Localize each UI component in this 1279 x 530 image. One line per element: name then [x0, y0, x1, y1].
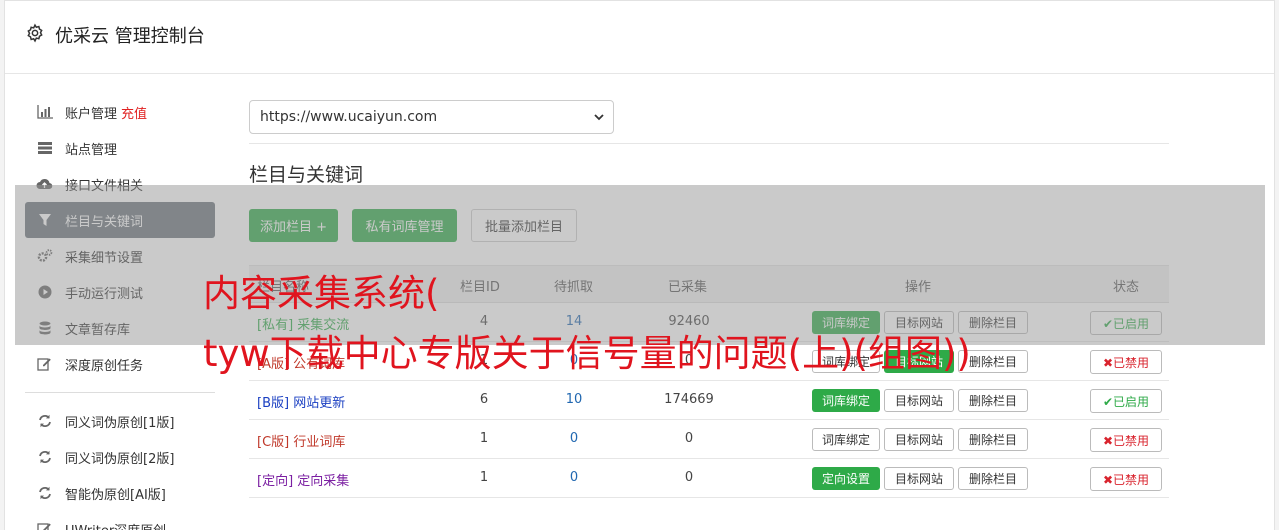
target-site-button[interactable]: 目标网站 — [884, 428, 954, 451]
bar-chart-icon — [36, 104, 53, 120]
delete-column-button[interactable]: 删除栏目 — [958, 389, 1028, 412]
site-select[interactable]: https://www.ucaiyun.com — [249, 100, 614, 134]
edit-icon — [36, 521, 53, 530]
column-name[interactable]: [定向] 定向采集 — [257, 470, 349, 489]
divider — [249, 143, 1169, 144]
sidebar-item-label: 同义词伪原创[1版] — [65, 415, 175, 431]
delete-column-button[interactable]: 删除栏目 — [958, 467, 1028, 490]
sidebar-divider — [25, 392, 215, 393]
chevron-down-icon — [594, 114, 604, 121]
sidebar-item-label: 深度原创任务 — [65, 358, 144, 374]
site-select-value: https://www.ucaiyun.com — [260, 109, 438, 125]
refresh-icon — [36, 485, 53, 501]
server-icon — [36, 140, 53, 156]
sidebar-item-label: 智能伪原创[AI版] — [65, 487, 166, 503]
overlay-headline-line1: 内容采集系统( — [203, 272, 440, 315]
lexicon-bind-button[interactable]: 词库绑定 — [812, 389, 880, 412]
overlay-headline-line2: tyw下载中心专版关于信号量的问题(上)(组图)) — [203, 332, 971, 375]
edit-icon — [36, 356, 53, 372]
top-bar: 优采云 管理控制台 — [5, 1, 1274, 74]
refresh-icon — [36, 449, 53, 465]
pending-count[interactable]: 10 — [559, 392, 589, 407]
collected-count: 174669 — [664, 392, 714, 407]
directed-settings-button[interactable]: 定向设置 — [812, 467, 880, 490]
pending-count[interactable]: 0 — [559, 431, 589, 446]
column-id: 1 — [479, 470, 489, 485]
table-row: [B版] 网站更新 6 10 174669 词库绑定 目标网站 删除栏目 ✔已启… — [249, 381, 1169, 420]
status-toggle[interactable]: ✔已启用 — [1090, 389, 1162, 413]
column-name[interactable]: [C版] 行业词库 — [257, 431, 345, 450]
refresh-icon — [36, 413, 53, 429]
sidebar-item-sites[interactable]: 站点管理 — [25, 130, 215, 166]
sidebar-item-ai-original[interactable]: 智能伪原创[AI版] — [25, 475, 215, 511]
column-id: 1 — [479, 431, 489, 446]
status-toggle[interactable]: ✖已禁用 — [1090, 467, 1162, 491]
lexicon-bind-button[interactable]: 词库绑定 — [812, 428, 880, 451]
overlay-band — [15, 185, 1265, 345]
sidebar-item-label: 站点管理 — [65, 142, 118, 158]
delete-column-button[interactable]: 删除栏目 — [958, 428, 1028, 451]
target-site-button[interactable]: 目标网站 — [884, 467, 954, 490]
status-toggle[interactable]: ✖已禁用 — [1090, 350, 1162, 374]
collected-count: 0 — [684, 470, 694, 485]
sidebar-item-synonym-2[interactable]: 同义词伪原创[2版] — [25, 439, 215, 475]
collected-count: 0 — [684, 431, 694, 446]
gear-icon — [27, 23, 43, 43]
column-name[interactable]: [B版] 网站更新 — [257, 392, 345, 411]
sidebar-item-label: 账户管理 — [65, 106, 118, 122]
pending-count[interactable]: 0 — [559, 470, 589, 485]
sidebar-item-synonym-1[interactable]: 同义词伪原创[1版] — [25, 403, 215, 439]
sidebar-item-uwriter[interactable]: UWriter深度原创 — [25, 511, 215, 530]
recharge-link[interactable]: 充值 — [121, 103, 147, 122]
column-id: 6 — [479, 392, 489, 407]
sidebar-item-account[interactable]: 账户管理 充值 — [25, 94, 215, 130]
status-toggle[interactable]: ✖已禁用 — [1090, 428, 1162, 452]
target-site-button[interactable]: 目标网站 — [884, 389, 954, 412]
sidebar-item-deep-original[interactable]: 深度原创任务 — [25, 346, 215, 382]
sidebar-item-label: UWriter深度原创 — [65, 520, 166, 530]
table-row: [定向] 定向采集 1 0 0 定向设置 目标网站 删除栏目 ✖已禁用 — [249, 459, 1169, 498]
app-title: 优采云 管理控制台 — [55, 26, 205, 47]
table-row: [C版] 行业词库 1 0 0 词库绑定 目标网站 删除栏目 ✖已禁用 — [249, 420, 1169, 459]
section-title: 栏目与关键词 — [249, 164, 364, 186]
sidebar-item-label: 同义词伪原创[2版] — [65, 451, 175, 467]
